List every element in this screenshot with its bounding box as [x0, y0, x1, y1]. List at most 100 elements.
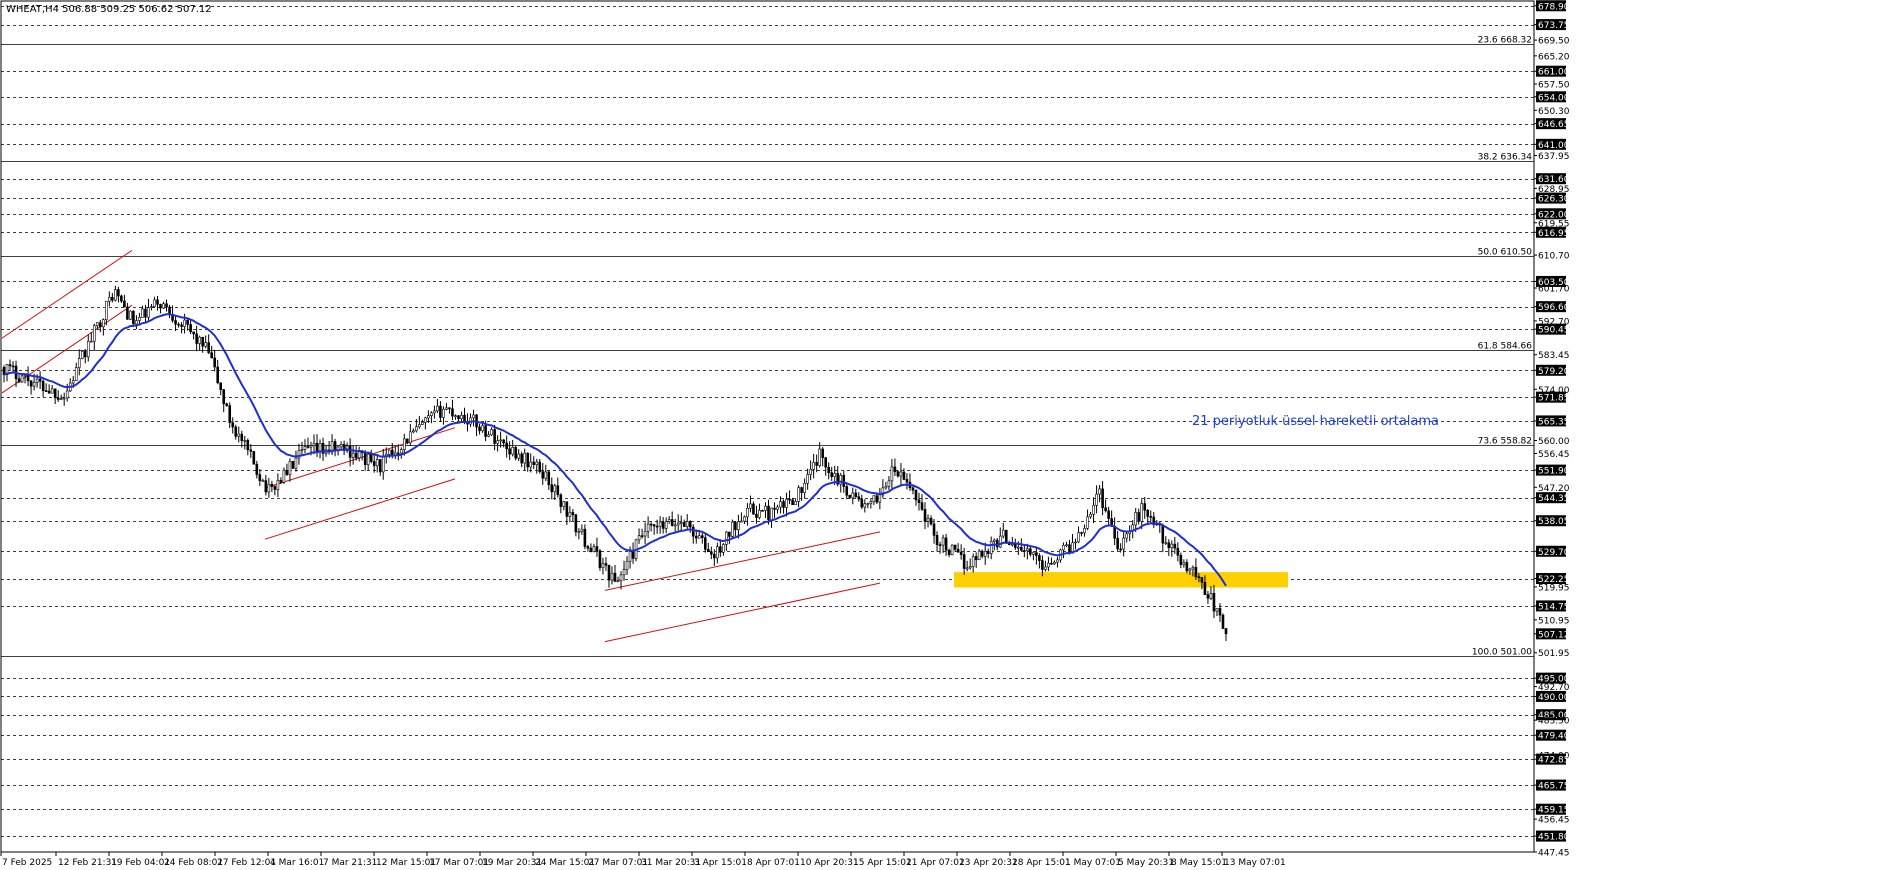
- x-tick-label-0: 7 Feb 2025: [2, 858, 52, 868]
- candle-body-72: [219, 382, 223, 390]
- candle-body-160: [484, 425, 487, 437]
- candle-body-393: [1185, 562, 1189, 572]
- candle-body-159: [481, 425, 484, 432]
- candle-body-370: [1116, 537, 1119, 550]
- ema-annotation: 21 periyotluk üssel hareketli ortalama: [1192, 414, 1439, 429]
- candle-body-283: [854, 492, 858, 498]
- candle-body-332: [1001, 529, 1005, 537]
- candle-body-364: [1098, 488, 1101, 495]
- candle-body-294: [887, 480, 891, 487]
- candle-body-39: [120, 295, 123, 302]
- candle-body-289: [872, 495, 876, 502]
- candle-body-173: [523, 452, 527, 464]
- candle-body-276: [833, 473, 837, 477]
- y-tick-label-1: 673.75: [1538, 21, 1570, 31]
- candle-body-348: [1050, 562, 1053, 565]
- candle-body-214: [646, 523, 650, 532]
- candle-body-345: [1041, 560, 1044, 570]
- candle-body-280: [845, 486, 849, 496]
- candle-body-189: [571, 512, 575, 516]
- candle-body-242: [731, 521, 734, 537]
- candle-body-152: [460, 414, 463, 420]
- x-tick-label-16: 15 Apr 15:01: [853, 858, 912, 868]
- candle-body-361: [1089, 513, 1092, 518]
- candle-body-341: [1029, 548, 1032, 555]
- candle-body-380: [1146, 509, 1150, 517]
- candle-body-50: [153, 299, 156, 307]
- candle-body-291: [878, 494, 882, 503]
- candle-body-52: [159, 304, 162, 309]
- candle-body-184: [556, 485, 560, 496]
- candle-body-49: [150, 306, 153, 308]
- candle-body-26: [80, 351, 84, 359]
- y-tick-label-37: 514.75: [1538, 602, 1570, 612]
- candle-body-350: [1056, 559, 1059, 563]
- x-tick-label-13: 3 Apr 15:01: [694, 858, 747, 868]
- candle-body-59: [180, 324, 183, 327]
- candle-body-141: [427, 415, 430, 419]
- candle-body-186: [562, 501, 566, 507]
- x-tick-label-5: 4 Mar 16:01: [270, 858, 324, 868]
- candle-body-185: [559, 494, 563, 507]
- candle-body-263: [794, 501, 797, 506]
- x-tick-label-4: 27 Feb 12:01: [217, 858, 276, 868]
- candle-body-196: [592, 546, 596, 552]
- candle-body-78: [237, 433, 241, 437]
- candle-body-406: [1224, 628, 1228, 635]
- x-tick-label-21: 5 May 20:31: [1118, 858, 1174, 868]
- candle-body-174: [526, 452, 530, 468]
- y-tick-label-3: 665.20: [1538, 52, 1570, 62]
- candle-body-139: [421, 422, 424, 425]
- candle-body-209: [631, 551, 635, 559]
- candle-body-372: [1122, 537, 1125, 550]
- y-tick-label-40: 501.95: [1538, 649, 1570, 659]
- candle-body-328: [989, 541, 993, 554]
- candle-body-313: [944, 537, 948, 551]
- candle-body-54: [165, 303, 168, 308]
- candle-body-14: [44, 390, 48, 392]
- candle-body-400: [1206, 594, 1210, 599]
- candle-body-335: [1011, 543, 1014, 546]
- candle-body-235: [710, 551, 713, 555]
- candle-body-166: [502, 439, 505, 444]
- y-tick-label-38: 510.95: [1538, 616, 1570, 626]
- candle-body-336: [1014, 543, 1017, 548]
- candle-body-229: [691, 526, 695, 537]
- candle-body-92: [279, 480, 283, 483]
- candle-body-33: [102, 319, 105, 328]
- candle-body-387: [1167, 542, 1171, 549]
- y-tick-label-52: 451.80: [1538, 833, 1570, 843]
- candle-body-205: [619, 574, 623, 582]
- candle-body-122: [369, 453, 373, 462]
- candle-body-201: [607, 564, 611, 581]
- candle-body-349: [1053, 561, 1056, 565]
- y-tick-label-5: 657.50: [1538, 80, 1570, 90]
- candle-body-213: [643, 530, 647, 537]
- candle-body-233: [703, 537, 707, 550]
- candle-body-239: [722, 544, 725, 553]
- candle-body-275: [830, 472, 834, 477]
- candle-body-182: [550, 484, 554, 493]
- candle-body-254: [767, 505, 770, 521]
- candle-body-55: [168, 306, 171, 315]
- candle-body-105: [318, 443, 322, 452]
- candle-body-44: [135, 320, 138, 325]
- candle-body-365: [1101, 488, 1104, 509]
- candle-body-47: [144, 308, 147, 318]
- candle-body-211: [637, 535, 641, 541]
- candle-body-164: [496, 440, 499, 444]
- candle-body-60: [183, 319, 186, 327]
- y-tick-label-53: 447.45: [1538, 849, 1570, 859]
- candle-body-46: [141, 308, 144, 318]
- candle-body-124: [375, 459, 379, 467]
- candle-body-65: [198, 336, 201, 344]
- candle-body-18: [56, 397, 60, 400]
- candle-body-274: [827, 466, 830, 473]
- y-tick-label-6: 654.00: [1538, 93, 1570, 103]
- y-tick-label-19: 601.70: [1538, 285, 1570, 295]
- candle-body-296: [893, 466, 897, 472]
- candle-body-293: [884, 486, 888, 489]
- y-tick-label-49: 465.75: [1538, 782, 1570, 792]
- price-chart[interactable]: 23.6 668.32 38.2 636.34 50.0 610.50 61.8 58…: [0, 0, 1898, 870]
- candle-body-82: [249, 449, 253, 452]
